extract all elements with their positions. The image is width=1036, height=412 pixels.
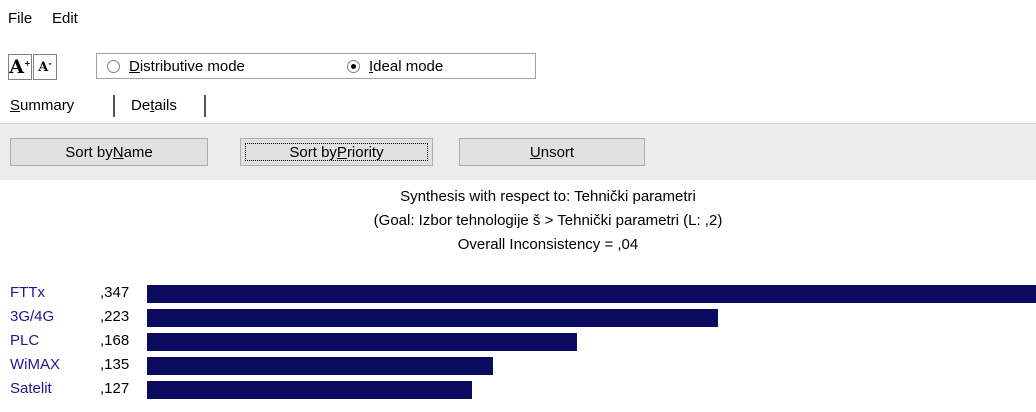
radio-unchecked-icon bbox=[107, 60, 120, 73]
value-label: ,168 bbox=[100, 332, 130, 349]
sort-button-panel: Sort by Name Sort by Priority Unsort bbox=[0, 123, 1036, 180]
tab-summary[interactable]: Summary bbox=[10, 97, 74, 114]
tab-details-pre: De bbox=[131, 97, 151, 114]
font-increase-icon: A bbox=[9, 56, 25, 78]
tab-summary-accel: S bbox=[10, 97, 21, 114]
sort-by-priority-label: riority bbox=[346, 143, 384, 161]
font-decrease-icon: A bbox=[38, 59, 49, 75]
value-label: ,127 bbox=[100, 380, 130, 397]
chart-row: FTTx ,347 bbox=[0, 282, 1036, 306]
chart-row: 3G/4G ,223 bbox=[0, 306, 1036, 330]
chart-row: Satelit ,127 bbox=[0, 378, 1036, 402]
sort-by-priority-pre: Sort by bbox=[289, 143, 337, 161]
category-label: 3G/4G bbox=[10, 308, 55, 325]
sort-by-name-button[interactable]: Sort by Name bbox=[10, 138, 208, 166]
category-label: FTTx bbox=[10, 284, 45, 301]
goal-path: (Goal: Izbor tehnologije š > Tehnički pa… bbox=[373, 212, 723, 229]
menu-file[interactable]: File bbox=[8, 10, 32, 27]
radio-checked-icon bbox=[347, 60, 360, 73]
decrease-font-button[interactable]: A- bbox=[33, 54, 57, 80]
unsort-label: nsort bbox=[540, 143, 575, 161]
tab-bar: Summary Details bbox=[0, 89, 1036, 123]
value-label: ,135 bbox=[100, 356, 130, 373]
priority-bar bbox=[147, 333, 577, 351]
ideal-mode-label: deal mode bbox=[373, 58, 444, 75]
synthesis-title: Synthesis with respect to: Tehnički para… bbox=[400, 188, 696, 205]
ideal-mode-radio[interactable]: Ideal mode bbox=[347, 58, 443, 75]
distributive-mode-label: istributive mode bbox=[139, 58, 245, 75]
priority-bar bbox=[147, 381, 472, 399]
unsort-accel: U bbox=[529, 143, 541, 161]
category-label: PLC bbox=[10, 332, 40, 349]
chart-row: PLC ,168 bbox=[0, 330, 1036, 354]
tab-details[interactable]: Details bbox=[131, 97, 177, 114]
synthesis-header: Synthesis with respect to: Tehnički para… bbox=[0, 185, 1036, 257]
tab-details-label: ails bbox=[154, 97, 177, 114]
value-label: ,347 bbox=[100, 284, 130, 301]
unsort-button[interactable]: Unsort bbox=[459, 138, 645, 166]
distributive-mode-accel: D bbox=[129, 58, 140, 75]
tab-divider bbox=[204, 95, 206, 117]
menu-edit[interactable]: Edit bbox=[52, 10, 78, 27]
category-label: Satelit bbox=[10, 380, 52, 397]
priority-bar bbox=[147, 357, 493, 375]
priority-bar-chart: FTTx ,347 3G/4G ,223 PLC ,168 WiMAX ,135 Satelit… bbox=[0, 282, 1036, 402]
sort-by-priority-accel: P bbox=[336, 143, 347, 161]
tab-summary-label: ummary bbox=[20, 97, 75, 114]
overall-inconsistency: Overall Inconsistency = ,04 bbox=[457, 236, 639, 253]
distributive-mode-radio[interactable]: Distributive mode bbox=[107, 58, 245, 75]
mode-selector: Distributive mode Ideal mode bbox=[96, 53, 536, 79]
sort-by-name-accel: N bbox=[112, 143, 124, 161]
sort-by-name-label: ame bbox=[123, 143, 153, 161]
chart-row: WiMAX ,135 bbox=[0, 354, 1036, 378]
priority-bar bbox=[147, 309, 718, 327]
sort-by-name-pre: Sort by bbox=[65, 143, 113, 161]
sort-by-priority-button[interactable]: Sort by Priority bbox=[240, 138, 433, 166]
tab-divider bbox=[113, 95, 115, 117]
category-label: WiMAX bbox=[10, 356, 60, 373]
priority-bar bbox=[147, 285, 1036, 303]
value-label: ,223 bbox=[100, 308, 130, 325]
increase-font-button[interactable]: A + bbox=[8, 54, 32, 80]
menu-bar: File Edit bbox=[0, 0, 1036, 34]
